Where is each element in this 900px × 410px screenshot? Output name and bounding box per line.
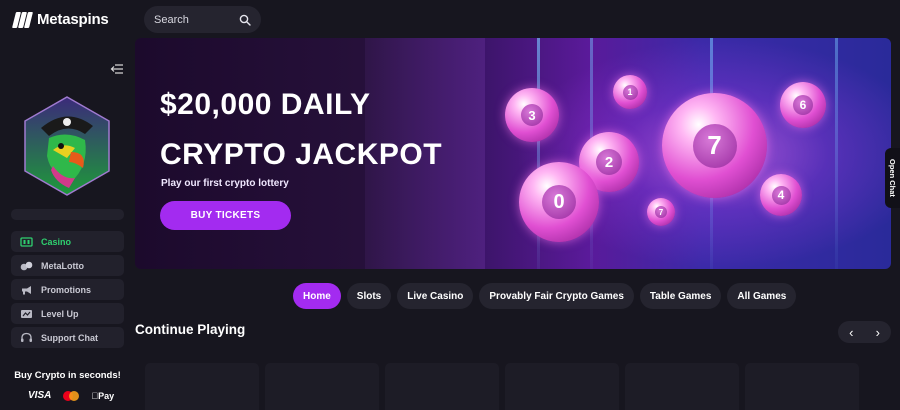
tab-home[interactable]: Home [293, 283, 341, 309]
sidebar-item-label: Support Chat [41, 332, 98, 343]
lottery-ball: 0 [519, 162, 599, 242]
lottery-ball: 7 [647, 198, 675, 226]
game-card[interactable] [625, 363, 739, 410]
lottery-ball: 6 [780, 82, 826, 128]
carousel-controls: ‹ › [838, 321, 891, 343]
collapse-sidebar-icon[interactable] [110, 63, 124, 75]
search-placeholder: Search [154, 13, 189, 26]
tab-provably-fair[interactable]: Provably Fair Crypto Games [479, 283, 634, 309]
game-card[interactable] [385, 363, 499, 410]
sidebar-item-label: MetaLotto [41, 260, 84, 271]
light-beam [835, 38, 838, 269]
sidebar-item-casino[interactable]: Casino [11, 231, 124, 252]
tab-slots[interactable]: Slots [346, 283, 392, 309]
open-chat-button[interactable]: Open Chat [885, 148, 900, 208]
buy-tickets-button[interactable]: BUY TICKETS [160, 201, 291, 230]
chevron-left-icon[interactable]: ‹ [849, 325, 853, 340]
jackpot-banner[interactable]: 3 1 2 7 6 0 7 4 $20,000 DAILY CRYPTO JAC… [135, 38, 891, 269]
avatar[interactable] [23, 96, 111, 196]
category-tabs: Home Slots Live Casino Provably Fair Cry… [293, 283, 797, 309]
tab-table-games[interactable]: Table Games [639, 283, 722, 309]
game-card-row [145, 363, 859, 410]
lottery-ball: 3 [505, 88, 559, 142]
megaphone-icon [22, 285, 31, 294]
tab-all-games[interactable]: All Games [727, 283, 797, 309]
sidebar-item-metalotto[interactable]: MetaLotto [11, 255, 124, 276]
lotto-icon [20, 261, 33, 270]
sidebar-item-promotions[interactable]: Promotions [11, 279, 124, 300]
banner-title: $20,000 DAILY CRYPTO JACKPOT [160, 88, 443, 171]
level-progress-bar [11, 209, 124, 220]
sidebar-nav: Casino MetaLotto Promotions Level Up Sup… [11, 231, 124, 351]
buy-crypto-heading: Buy Crypto in seconds! [14, 370, 121, 381]
payment-methods: VISA Pay [28, 390, 114, 401]
apple-pay-logo: Pay [91, 390, 114, 401]
lottery-ball: 4 [760, 174, 802, 216]
lottery-ball: 7 [662, 93, 767, 198]
game-card[interactable] [265, 363, 379, 410]
headset-icon [21, 332, 32, 342]
sidebar-item-support-chat[interactable]: Support Chat [11, 327, 124, 348]
banner-subtitle: Play our first crypto lottery [161, 178, 289, 189]
lottery-ball: 1 [613, 75, 647, 109]
casino-icon [20, 236, 33, 247]
search-icon [239, 14, 251, 26]
level-up-icon [21, 309, 32, 318]
search-input[interactable]: Search [144, 6, 261, 33]
open-chat-label: Open Chat [888, 159, 897, 197]
game-card[interactable] [745, 363, 859, 410]
tab-live-casino[interactable]: Live Casino [397, 283, 474, 309]
logo-icon [12, 11, 33, 28]
visa-logo: VISA [28, 390, 52, 401]
sidebar-item-label: Level Up [41, 308, 79, 319]
game-card[interactable] [145, 363, 259, 410]
chevron-right-icon[interactable]: › [876, 325, 880, 340]
mastercard-icon [63, 390, 80, 401]
game-card[interactable] [505, 363, 619, 410]
brand-name: Metaspins [37, 11, 109, 28]
sidebar-item-label: Promotions [41, 284, 92, 295]
section-title: Continue Playing [135, 322, 246, 337]
sidebar-item-label: Casino [41, 236, 72, 247]
brand-logo[interactable]: Metaspins [12, 11, 109, 28]
sidebar-item-level-up[interactable]: Level Up [11, 303, 124, 324]
